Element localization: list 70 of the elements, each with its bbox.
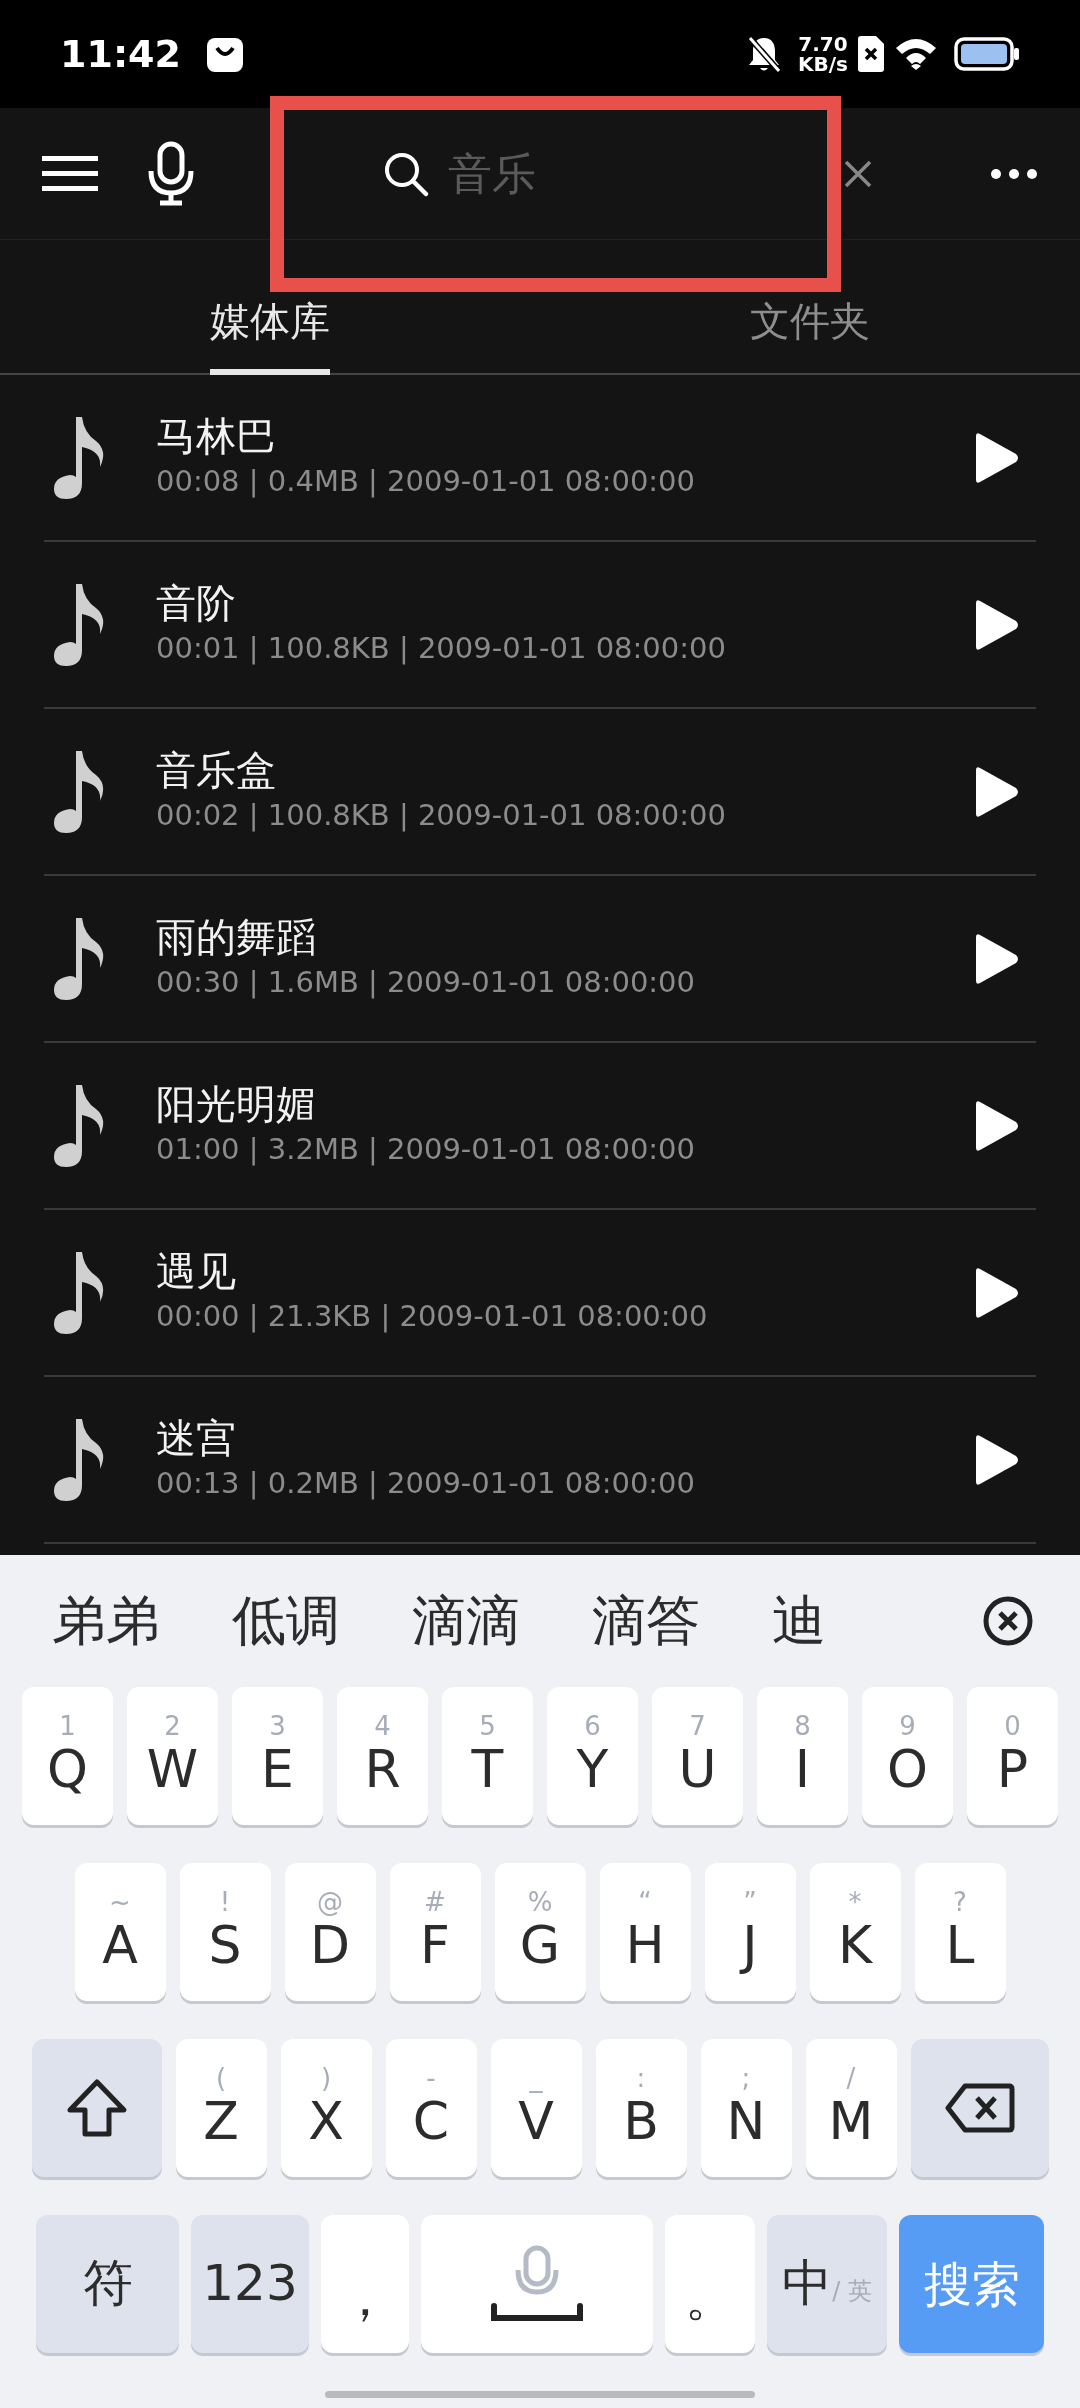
backspace-icon: [944, 2082, 1015, 2133]
keyboard-key[interactable]: ( Z: [175, 2038, 267, 2177]
keyboard-key[interactable]: 2 W: [127, 1686, 218, 1825]
song-title[interactable]: 阳光明媚: [156, 1079, 972, 1128]
keyboard-key[interactable]: 4 R: [337, 1686, 428, 1825]
keyboard-key[interactable]: / M: [805, 2038, 897, 2177]
song-details: 00:30 | 1.6MB | 2009-01-01 08:00:00: [156, 963, 697, 1001]
keyboard-key[interactable]: - C: [385, 2038, 477, 2177]
keyboard-key[interactable]: 7 U: [652, 1686, 743, 1825]
space-key[interactable]: [421, 2214, 653, 2353]
song-title[interactable]: 遇见: [156, 1246, 972, 1295]
candidate-word[interactable]: 弟弟: [52, 1580, 160, 1662]
keyboard-key[interactable]: * K: [809, 1862, 901, 2001]
keyboard-key[interactable]: “ H: [599, 1862, 691, 2001]
keyboard-key[interactable]: 符: [36, 2214, 179, 2353]
song-details: 00:02 | 100.8KB | 2009-01-01 08:00:00: [156, 796, 727, 834]
keyboard-key[interactable]: ? L: [914, 1862, 1006, 2001]
keyboard-key[interactable]: 8 I: [757, 1686, 848, 1825]
keyboard-key[interactable]: 。: [665, 2214, 755, 2353]
song-title[interactable]: 迷宫: [156, 1413, 972, 1462]
network-speed-value: 7.70: [798, 34, 848, 54]
song-title[interactable]: 马林巴: [156, 411, 972, 460]
keyboard-key[interactable]: ! S: [179, 1862, 271, 2001]
keyboard-key[interactable]: % G: [494, 1862, 586, 2001]
keyboard-key[interactable]: 0 P: [967, 1686, 1058, 1825]
shift-key[interactable]: [31, 2038, 162, 2177]
microphone-space-icon: [490, 2243, 584, 2324]
song-details: 00:13 | 0.2MB | 2009-01-01 08:00:00: [156, 1464, 697, 1502]
close-icon[interactable]: [844, 159, 872, 188]
keyboard-key[interactable]: ” J: [704, 1862, 796, 2001]
candidate-word[interactable]: 低调: [232, 1580, 340, 1662]
keyboard-key[interactable]: ，: [321, 2214, 409, 2353]
status-time: 11:42: [60, 30, 181, 78]
bell-off-icon: [746, 34, 783, 74]
battery-icon: [954, 37, 1020, 71]
tab[interactable]: 文件夹: [750, 291, 870, 375]
menu-icon[interactable]: [42, 153, 98, 194]
clear-candidates-icon[interactable]: [982, 1595, 1034, 1647]
song-details: 01:00 | 3.2MB | 2009-01-01 08:00:00: [156, 1130, 697, 1168]
microphone-icon[interactable]: [146, 140, 196, 207]
tab[interactable]: 媒体库: [210, 291, 330, 375]
sim-card-icon: [856, 35, 886, 73]
song-title[interactable]: 雨的舞蹈: [156, 912, 972, 961]
song-details: 00:00 | 21.3KB | 2009-01-01 08:00:00: [156, 1297, 709, 1335]
candidate-word[interactable]: 迪: [772, 1580, 826, 1662]
song-details: 00:01 | 100.8KB | 2009-01-01 08:00:00: [156, 629, 727, 667]
candidate-word[interactable]: 滴滴: [412, 1580, 520, 1662]
keyboard-key[interactable]: _ V: [490, 2038, 582, 2177]
network-speed-unit: KB/s: [798, 54, 848, 74]
shift-arrow-icon: [65, 2077, 128, 2138]
keyboard-key[interactable]: ; N: [700, 2038, 792, 2177]
keyboard-key[interactable]: # F: [389, 1862, 481, 2001]
wifi-icon: [894, 36, 938, 72]
more-icon[interactable]: [990, 167, 1038, 180]
song-title[interactable]: 音乐盒: [156, 745, 972, 794]
keyboard-key[interactable]: 123: [191, 2214, 309, 2353]
keyboard-key[interactable]: 1 Q: [22, 1686, 113, 1825]
song-details: 00:08 | 0.4MB | 2009-01-01 08:00:00: [156, 462, 697, 500]
keyboard-key[interactable]: ) X: [280, 2038, 372, 2177]
keyboard-key[interactable]: @ D: [284, 1862, 376, 2001]
keyboard-key[interactable]: : B: [595, 2038, 687, 2177]
keyboard-key[interactable]: ~ A: [74, 1862, 166, 2001]
backspace-key[interactable]: [910, 2038, 1049, 2177]
keyboard-key[interactable]: 3 E: [232, 1686, 323, 1825]
search-field[interactable]: 音乐: [446, 139, 746, 208]
keyboard-key[interactable]: 5 T: [442, 1686, 533, 1825]
keyboard-key[interactable]: 6 Y: [547, 1686, 638, 1825]
candidate-word[interactable]: 滴答: [592, 1580, 700, 1662]
keyboard-key[interactable]: 9 O: [862, 1686, 953, 1825]
song-title[interactable]: 音阶: [156, 578, 972, 627]
